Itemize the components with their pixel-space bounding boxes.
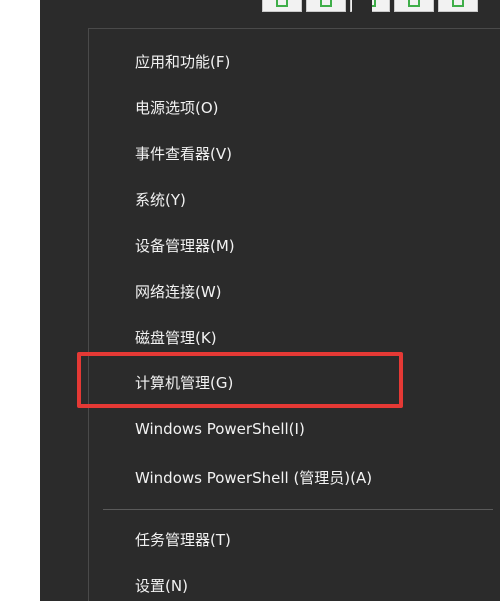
top-toolbar [262, 0, 482, 12]
menu-item-label: 系统(Y) [135, 190, 186, 209]
menu-divider [103, 509, 493, 510]
menu-item-label: Windows PowerShell (管理员)(A) [135, 468, 373, 487]
menu-item-label: 磁盘管理(K) [135, 328, 217, 347]
menu-item-task-manager[interactable]: 任务管理器(T) [89, 519, 500, 559]
toolbar-icon-5 [452, 0, 464, 7]
menu-item-label: 设备管理器(M) [135, 236, 235, 255]
toolbar-button-2[interactable] [306, 0, 346, 12]
menu-item-label: 事件查看器(V) [135, 144, 232, 163]
menu-item-network-connections[interactable]: 网络连接(W) [89, 271, 500, 311]
menu-item-powershell[interactable]: Windows PowerShell(I) [89, 409, 500, 449]
menu-item-computer-management[interactable]: 计算机管理(G) [89, 362, 500, 402]
menu-item-disk-management[interactable]: 磁盘管理(K) [89, 317, 500, 357]
menu-item-device-manager[interactable]: 设备管理器(M) [89, 225, 500, 265]
menu-item-powershell-admin[interactable]: Windows PowerShell (管理员)(A) [89, 457, 500, 497]
menu-item-label: 计算机管理(G) [135, 373, 234, 392]
toolbar-button-5[interactable] [438, 0, 478, 12]
menu-item-event-viewer[interactable]: 事件查看器(V) [89, 133, 500, 173]
menu-item-system[interactable]: 系统(Y) [89, 179, 500, 219]
toolbar-icon-2 [320, 0, 332, 7]
menu-item-label: 应用和功能(F) [135, 52, 231, 71]
menu-item-power-options[interactable]: 电源选项(O) [89, 87, 500, 127]
menu-item-label: 设置(N) [135, 576, 188, 595]
menu-item-label: 任务管理器(T) [135, 530, 231, 549]
menu-item-settings[interactable]: 设置(N) [89, 565, 500, 605]
menu-item-label: Windows PowerShell(I) [135, 420, 305, 438]
menu-item-label: 网络连接(W) [135, 282, 222, 301]
menu-item-label: 电源选项(O) [135, 98, 219, 117]
winx-context-menu: 应用和功能(F) 电源选项(O) 事件查看器(V) 系统(Y) 设备管理器(M)… [77, 28, 500, 601]
toolbar-icon-1 [276, 0, 288, 7]
toolbar-icon-4 [408, 0, 420, 7]
toolbar-button-4[interactable] [394, 0, 434, 12]
toolbar-button-1[interactable] [262, 0, 302, 12]
menu-shadow-gap [352, 0, 372, 28]
menu-item-apps-features[interactable]: 应用和功能(F) [89, 41, 500, 81]
